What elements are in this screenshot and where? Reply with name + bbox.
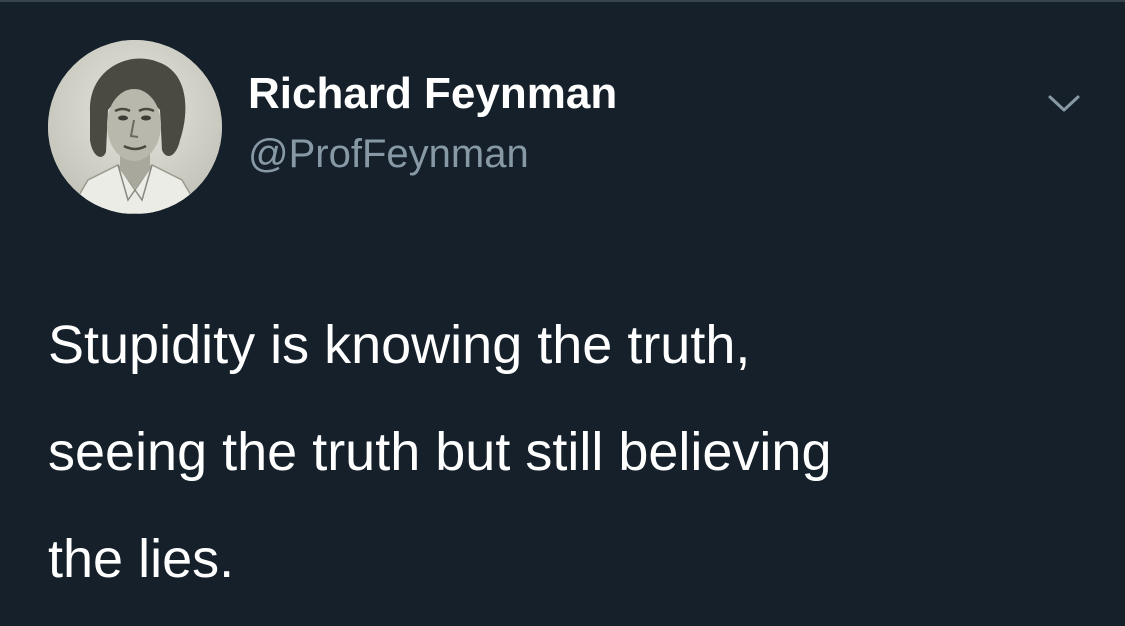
tweet-text-line: the lies. [48,529,235,589]
tweet-text-line: Stupidity is knowing the truth, [48,315,751,375]
author-display-name[interactable]: Richard Feynman [248,68,617,120]
tweet-text-line: seeing the truth but still believing [48,422,832,482]
author-avatar[interactable] [48,40,222,214]
tweet-text: Stupidity is knowing the truth, seeing t… [48,292,1088,613]
tweet-menu-button[interactable] [1040,86,1088,122]
tweet-card[interactable]: Richard Feynman @ProfFeynman Stupidity i… [0,2,1125,626]
author-handle[interactable]: @ProfFeynman [248,130,529,178]
portrait-avatar-icon [48,40,222,214]
chevron-down-icon [1048,95,1080,112]
